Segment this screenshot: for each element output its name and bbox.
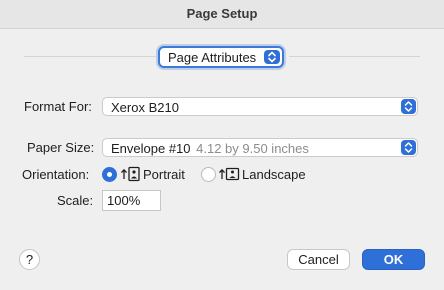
portrait-radio[interactable] <box>102 167 117 182</box>
format-for-label: Format For: <box>24 99 92 114</box>
landscape-label[interactable]: Landscape <box>242 167 306 182</box>
ok-button[interactable]: OK <box>362 249 425 270</box>
chevron-updown-icon <box>401 140 416 155</box>
portrait-label[interactable]: Portrait <box>143 167 185 182</box>
paper-size-label: Paper Size: <box>27 140 95 155</box>
help-button[interactable]: ? <box>19 249 40 270</box>
format-for-select[interactable]: Xerox B210 <box>102 97 418 116</box>
settings-mode-label: Page Attributes <box>168 50 257 65</box>
paper-size-value: Envelope #10 <box>111 141 191 156</box>
paper-size-select[interactable]: Envelope #10 4.12 by 9.50 inches <box>102 138 418 157</box>
format-for-value: Xerox B210 <box>111 100 179 115</box>
portrait-icon <box>121 166 140 182</box>
chevron-updown-icon <box>264 50 280 64</box>
scale-label: Scale: <box>57 193 94 208</box>
divider-left <box>24 56 156 57</box>
landscape-icon <box>219 167 240 181</box>
paper-size-value-wrap: Envelope #10 4.12 by 9.50 inches <box>111 141 309 156</box>
chevron-updown-icon <box>401 99 416 114</box>
landscape-radio[interactable] <box>201 167 216 182</box>
scale-value: 100% <box>107 193 141 208</box>
paper-size-dimensions: 4.12 by 9.50 inches <box>196 141 309 156</box>
cancel-button[interactable]: Cancel <box>287 249 350 270</box>
page-setup-dialog: Page Setup Page Attributes Format For: X… <box>0 0 444 290</box>
title-bar: Page Setup <box>0 0 444 29</box>
window-title: Page Setup <box>186 6 258 21</box>
divider-right <box>289 56 420 57</box>
settings-mode-popup[interactable]: Page Attributes <box>158 46 284 68</box>
scale-input[interactable]: 100% <box>102 190 161 211</box>
orientation-label: Orientation: <box>22 167 90 182</box>
